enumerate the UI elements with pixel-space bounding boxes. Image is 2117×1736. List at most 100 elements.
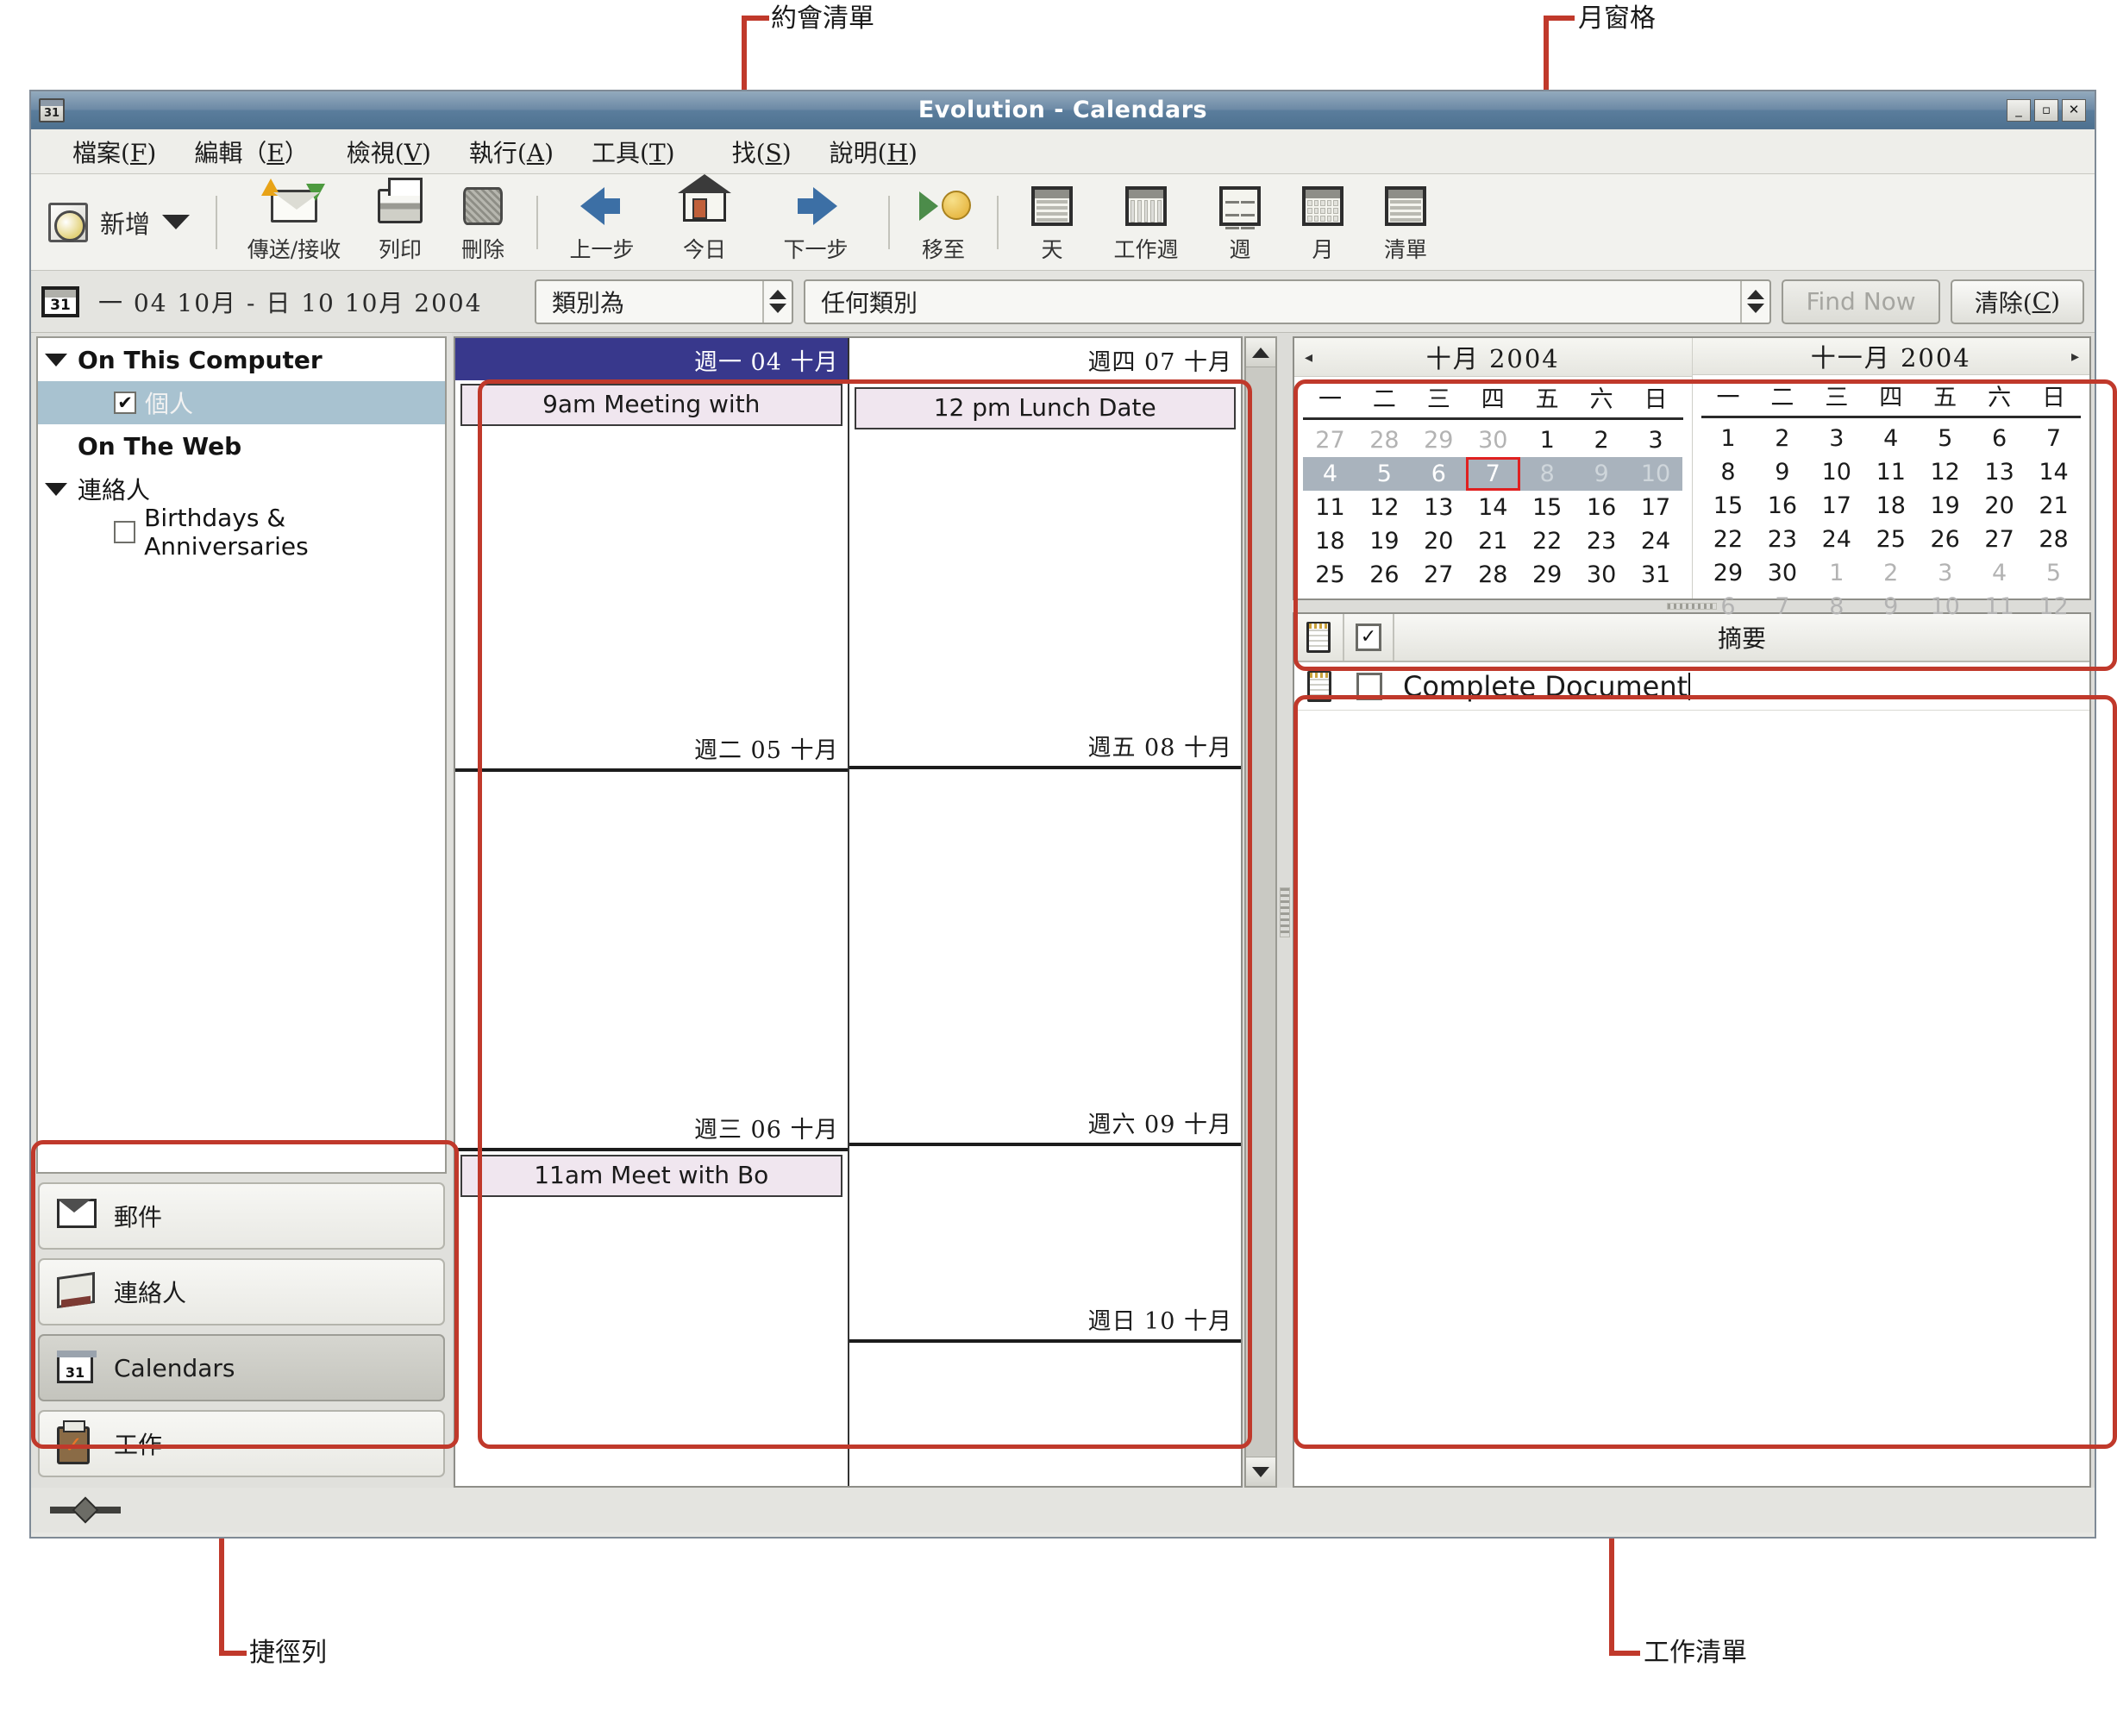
week-view[interactable]: 週一 04 十月 9am Meeting with 週二 05 十月 週三 06…: [454, 336, 1243, 1488]
mini-calendar-day[interactable]: 5: [1918, 422, 1972, 455]
toolbar-button-print[interactable]: 列印: [359, 179, 442, 266]
offline-online-icon[interactable]: [50, 1501, 121, 1520]
sidebar-item-birthdays[interactable]: Birthdays & Anniversaries: [38, 511, 445, 554]
mini-calendar-november-grid[interactable]: 1234567891011121314151617181920212223242…: [1701, 422, 2082, 624]
sidebar-item-on-this-computer[interactable]: On This Computer: [38, 338, 445, 381]
mini-calendar-day[interactable]: 17: [1809, 489, 1863, 523]
table-row[interactable]: Complete Document: [1294, 662, 2089, 711]
mini-calendar-day[interactable]: 27: [1972, 523, 2026, 556]
mini-calendar-day[interactable]: 7: [2026, 422, 2081, 455]
mini-calendar-day[interactable]: 14: [2026, 455, 2081, 489]
mini-calendar-day[interactable]: 11: [1863, 455, 1918, 489]
mini-calendar-day[interactable]: 13: [1412, 491, 1466, 524]
shortcut-button-tasks[interactable]: ✓ 工作: [38, 1410, 445, 1477]
triangle-expanded-icon[interactable]: [45, 354, 67, 367]
menu-item-actions[interactable]: 執行(A): [450, 131, 573, 172]
toolbar-button-month-view[interactable]: 月: [1281, 179, 1364, 266]
toolbar-button-workweek-view[interactable]: 工作週: [1093, 179, 1199, 266]
mini-calendar-day[interactable]: 24: [1629, 524, 1683, 558]
toolbar-button-send-receive[interactable]: 傳送/接收: [229, 179, 359, 266]
maximize-button[interactable]: ▫: [2034, 99, 2058, 122]
mini-calendar-day[interactable]: 12: [1357, 491, 1412, 524]
mini-calendar-day[interactable]: 30: [1466, 423, 1520, 457]
mini-calendar-day[interactable]: 27: [1412, 558, 1466, 592]
sidebar-item-on-the-web[interactable]: On The Web: [38, 424, 445, 467]
mini-calendar-day[interactable]: 8: [1520, 457, 1575, 491]
search-field-spinner[interactable]: [762, 281, 792, 323]
mini-calendar-october-grid[interactable]: 2728293012345678910111213141516171819202…: [1303, 423, 1683, 599]
menu-item-file[interactable]: 檔案(F): [53, 131, 175, 172]
menu-item-search[interactable]: 找(S): [694, 131, 811, 172]
mini-calendar-day[interactable]: 5: [1357, 457, 1412, 491]
mini-calendar-day[interactable]: 6: [1412, 457, 1466, 491]
mini-calendar-day[interactable]: 6: [1972, 422, 2026, 455]
mini-calendar-day[interactable]: 12: [1918, 455, 1972, 489]
mini-calendar-day[interactable]: 29: [1412, 423, 1466, 457]
toolbar-button-list-view[interactable]: 清單: [1364, 179, 1447, 266]
task-complete-checkbox[interactable]: [1356, 673, 1382, 700]
mini-calendar-day[interactable]: 1: [1701, 422, 1756, 455]
toolbar-button-back[interactable]: 上一步: [550, 179, 654, 266]
menu-item-help[interactable]: 說明(H): [811, 131, 936, 172]
mini-calendar-day[interactable]: 15: [1520, 491, 1575, 524]
task-row-summary-cell[interactable]: Complete Document: [1394, 662, 2089, 710]
shortcut-button-calendars[interactable]: 31 Calendars: [38, 1334, 445, 1401]
mini-calendar-day[interactable]: 31: [1629, 558, 1683, 592]
toolbar-button-today[interactable]: 今日: [654, 179, 755, 266]
scroll-down-button[interactable]: [1246, 1457, 1275, 1486]
mini-calendar-day[interactable]: 19: [1357, 524, 1412, 558]
vertical-splitter[interactable]: [1277, 336, 1293, 1488]
mini-calendar-day[interactable]: 2: [1575, 423, 1629, 457]
mini-calendar-day[interactable]: 16: [1575, 491, 1629, 524]
search-category-combo[interactable]: 任何類別: [804, 279, 1771, 324]
close-button[interactable]: ✕: [2062, 99, 2086, 122]
menu-item-view[interactable]: 檢視(V): [328, 131, 450, 172]
appointment-wednesday-1[interactable]: 11am Meet with Bo: [460, 1155, 842, 1197]
mini-calendar-day[interactable]: 26: [1357, 558, 1412, 592]
day-cell-monday[interactable]: 週一 04 十月 9am Meeting with: [455, 338, 848, 726]
mini-calendar-day[interactable]: 23: [1755, 523, 1809, 556]
toolbar-button-forward[interactable]: 下一步: [755, 179, 876, 266]
mini-calendar-day[interactable]: 25: [1863, 523, 1918, 556]
mini-calendar-day[interactable]: 3: [1809, 422, 1863, 455]
mini-calendar-day[interactable]: 1: [1809, 556, 1863, 590]
mini-calendar-day[interactable]: 18: [1303, 524, 1357, 558]
mini-calendar-day[interactable]: 3: [1629, 423, 1683, 457]
task-column-complete-header[interactable]: ✓: [1344, 614, 1394, 661]
menu-item-edit[interactable]: 編輯（E）: [175, 131, 327, 172]
mini-calendar-day[interactable]: 10: [1918, 590, 1972, 624]
mini-calendar-day[interactable]: 22: [1520, 524, 1575, 558]
mini-calendar-day[interactable]: 1: [1520, 423, 1575, 457]
mini-calendar-day[interactable]: 10: [1809, 455, 1863, 489]
mini-calendar-day[interactable]: 30: [1575, 558, 1629, 592]
mini-calendar-day[interactable]: 4: [1303, 457, 1357, 491]
chevron-down-icon[interactable]: [162, 215, 190, 229]
sidebar-item-personal[interactable]: ✔ 個人: [38, 381, 445, 424]
appointment-monday-1[interactable]: 9am Meeting with: [460, 384, 842, 426]
mini-calendar-day[interactable]: 28: [1357, 423, 1412, 457]
mini-calendar-day[interactable]: 7: [1755, 590, 1809, 624]
scroll-track[interactable]: [1246, 367, 1275, 1457]
scroll-up-button[interactable]: [1246, 338, 1275, 367]
triangle-expanded-icon-2[interactable]: [45, 483, 67, 496]
toolbar-button-goto[interactable]: 移至: [902, 179, 985, 266]
mini-calendar-day[interactable]: 8: [1809, 590, 1863, 624]
day-cell-friday[interactable]: 週五 08 十月: [849, 724, 1242, 1101]
search-category-spinner[interactable]: [1740, 281, 1769, 323]
mini-calendar-day[interactable]: 21: [1466, 524, 1520, 558]
mini-calendar-day[interactable]: 29: [1701, 556, 1756, 590]
search-field-combo[interactable]: 類別為: [535, 279, 793, 324]
birthdays-checkbox[interactable]: [114, 521, 135, 543]
mini-calendar-day[interactable]: 6: [1701, 590, 1756, 624]
mini-calendar-day[interactable]: 30: [1755, 556, 1809, 590]
clear-button[interactable]: 清除(C): [1951, 279, 2084, 324]
shortcut-button-contacts[interactable]: 連絡人: [38, 1258, 445, 1326]
mini-calendar-day[interactable]: 29: [1520, 558, 1575, 592]
mini-calendar-day[interactable]: 10: [1629, 457, 1683, 491]
day-cell-wednesday[interactable]: 週三 06 十月 11am Meet with Bo: [455, 1106, 848, 1486]
mini-calendar-day[interactable]: 25: [1303, 558, 1357, 592]
mini-calendar-day[interactable]: 9: [1863, 590, 1918, 624]
new-button[interactable]: 新增: [40, 190, 204, 255]
mini-calendar-day[interactable]: 23: [1575, 524, 1629, 558]
mini-calendar-day[interactable]: 9: [1575, 457, 1629, 491]
